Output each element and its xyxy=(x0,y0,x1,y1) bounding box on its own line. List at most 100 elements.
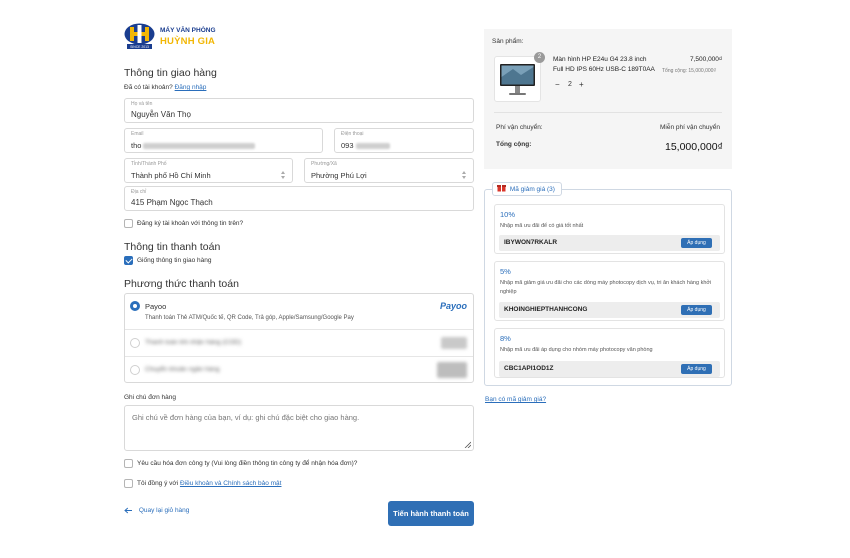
bank-label: Chuyển khoản ngân hàng xyxy=(145,366,220,373)
quantity-badge: 2 xyxy=(534,52,545,63)
logo-since-text: SINCE 2013 xyxy=(130,45,149,49)
apply-coupon-button[interactable]: Áp dụng xyxy=(681,238,712,248)
coupon-desc: Nhập mã giảm giá ưu đãi cho các dòng máy… xyxy=(500,280,712,295)
brand-line2: HUỲNH GIA xyxy=(160,36,216,47)
address-label: Địa chỉ xyxy=(131,189,147,195)
order-note-textarea[interactable]: Ghi chú về đơn hàng của bạn, ví dụ: ghi … xyxy=(124,405,474,451)
coupon-desc: Nhập mã ưu đãi để có giá tốt nhất xyxy=(500,223,584,229)
total-label: Tổng cộng: xyxy=(496,141,532,148)
line-total: Tổng cộng: 15,000,000₫ xyxy=(662,68,716,74)
shipping-heading: Thông tin giao hàng xyxy=(124,67,217,79)
product-name-line2[interactable]: Full HD IPS 60Hz USB-C 189T0AA xyxy=(553,66,655,73)
gift-icon xyxy=(497,185,506,192)
payment-method-heading: Phương thức thanh toán xyxy=(124,278,239,290)
payment-option-bank[interactable]: Chuyển khoản ngân hàng xyxy=(125,356,473,383)
same-as-shipping-checkbox[interactable] xyxy=(124,256,133,265)
logo-emblem-icon: SINCE 2013 xyxy=(124,23,155,49)
payment-option-payoo[interactable]: Payoo Thanh toán Thẻ ATM/Quốc tế, QR Cod… xyxy=(125,294,473,329)
have-coupon-link[interactable]: Bạn có mã giảm giá? xyxy=(485,396,546,403)
resize-grip-icon[interactable] xyxy=(464,441,471,448)
qty-value[interactable]: 2 xyxy=(568,81,572,88)
coupon-code: KHOINGHIEPTHANHCONG xyxy=(504,306,588,313)
select-arrows-icon xyxy=(280,171,286,179)
shipping-fee-value: Miễn phí vận chuyển xyxy=(660,124,720,131)
address-field[interactable]: Địa chỉ 415 Phạm Ngọc Thạch xyxy=(124,186,474,211)
shipping-fee-label: Phí vận chuyển: xyxy=(496,124,543,131)
checkout-button[interactable]: Tiến hành thanh toán xyxy=(388,501,474,526)
email-value: tho xyxy=(131,141,256,150)
brand-logo[interactable]: SINCE 2013 MÁY VĂN PHÒNG HUỲNH GIA xyxy=(124,23,219,50)
monitor-image xyxy=(500,64,535,95)
email-redacted xyxy=(143,143,256,150)
payoo-desc: Thanh toán Thẻ ATM/Quốc tế, QR Code, Trả… xyxy=(145,315,354,321)
cod-label: Thanh toán khi nhận hàng (COD) xyxy=(145,339,242,346)
payoo-name: Payoo xyxy=(145,302,167,311)
quantity-stepper: − 2 + xyxy=(553,79,589,91)
bank-icon xyxy=(437,362,467,378)
register-checkbox[interactable] xyxy=(124,219,133,228)
coupon-card: 8% Nhập mã ưu đãi áp dụng cho nhóm máy p… xyxy=(494,328,725,378)
login-link[interactable]: Đăng nhập xyxy=(175,84,207,91)
payoo-radio[interactable] xyxy=(130,301,140,311)
email-field[interactable]: Email tho xyxy=(124,128,323,153)
order-note-placeholder: Ghi chú về đơn hàng của bạn, ví dụ: ghi … xyxy=(132,413,360,422)
coupon-code: IBYWON7RKALR xyxy=(504,239,558,246)
payment-info-heading: Thông tin thanh toán xyxy=(124,241,221,253)
coupon-code: CBC1API1OD1Z xyxy=(504,365,554,372)
total-value: 15,000,000₫ xyxy=(665,141,723,153)
coupon-percent: 5% xyxy=(500,267,511,276)
products-label: Sản phẩm: xyxy=(492,38,524,45)
cod-radio[interactable] xyxy=(130,338,140,348)
payment-methods: Payoo Thanh toán Thẻ ATM/Quốc tế, QR Cod… xyxy=(124,293,474,383)
coupon-desc: Nhập mã ưu đãi áp dụng cho nhóm máy phot… xyxy=(500,347,653,353)
coupon-percent: 10% xyxy=(500,210,516,219)
payoo-logo: Payoo xyxy=(439,301,467,311)
bank-radio[interactable] xyxy=(130,365,140,375)
apply-coupon-button[interactable]: Áp dụng xyxy=(681,364,712,374)
phone-field[interactable]: Điện thoại 093 xyxy=(334,128,474,153)
back-to-cart-link[interactable]: Quay lại giỏ hàng xyxy=(124,507,189,514)
summary-divider xyxy=(494,112,722,113)
phone-label: Điện thoại xyxy=(341,131,364,137)
coupon-card: 10% Nhập mã ưu đãi để có giá tốt nhất IB… xyxy=(494,204,725,254)
product-thumbnail[interactable] xyxy=(494,56,541,102)
coupon-code-bar: CBC1API1OD1Z Áp dụng xyxy=(499,361,720,377)
ward-value: Phường Phú Lợi xyxy=(311,171,367,180)
register-label: Đăng ký tài khoản với thông tin trên? xyxy=(137,220,244,227)
increase-qty-button[interactable]: + xyxy=(579,80,584,89)
login-prompt: Đã có tài khoản? Đăng nhập xyxy=(124,84,206,91)
ward-label: Phường/Xã xyxy=(311,161,337,167)
order-note-label: Ghi chú đơn hàng xyxy=(124,394,176,401)
same-as-shipping-label: Giống thông tin giao hàng xyxy=(137,257,212,264)
brand-line1: MÁY VĂN PHÒNG xyxy=(160,27,216,34)
payment-option-cod[interactable]: Thanh toán khi nhận hàng (COD) xyxy=(125,329,473,356)
phone-value: 093 xyxy=(341,141,390,150)
cod-icon xyxy=(441,337,467,349)
arrow-left-icon xyxy=(124,507,132,514)
select-arrows-icon xyxy=(461,171,467,179)
invoice-label: Yêu cầu hóa đơn công ty (Vui lòng điền t… xyxy=(137,460,358,467)
unit-price: 7,500,000₫ xyxy=(690,56,723,63)
name-field[interactable]: Họ và tên Nguyễn Văn Thọ xyxy=(124,98,474,123)
address-value: 415 Phạm Ngọc Thạch xyxy=(131,198,213,207)
name-value: Nguyễn Văn Thọ xyxy=(131,110,191,119)
email-label: Email xyxy=(131,131,144,137)
name-label: Họ và tên xyxy=(131,101,153,107)
city-label: Tỉnh/Thành Phố xyxy=(131,161,167,167)
coupon-code-bar: IBYWON7RKALR Áp dụng xyxy=(499,235,720,251)
have-account-text: Đã có tài khoản? xyxy=(124,84,173,91)
apply-coupon-button[interactable]: Áp dụng xyxy=(681,305,712,315)
decrease-qty-button[interactable]: − xyxy=(555,80,560,89)
ward-select[interactable]: Phường/Xã Phường Phú Lợi xyxy=(304,158,474,183)
city-value: Thành phố Hồ Chí Minh xyxy=(131,171,211,180)
coupon-percent: 8% xyxy=(500,334,511,343)
product-name-line1[interactable]: Màn hình HP E24u G4 23.8 inch xyxy=(553,56,646,63)
city-select[interactable]: Tỉnh/Thành Phố Thành phố Hồ Chí Minh xyxy=(124,158,293,183)
phone-redacted xyxy=(355,143,390,150)
terms-checkbox[interactable] xyxy=(124,479,133,488)
terms-label: Tôi đồng ý với Điều khoản và Chính sách … xyxy=(137,480,282,487)
coupon-tab[interactable]: Mã giảm giá (3) xyxy=(492,182,562,196)
terms-link[interactable]: Điều khoản và Chính sách bảo mật xyxy=(180,480,282,487)
coupon-code-bar: KHOINGHIEPTHANHCONG Áp dụng xyxy=(499,302,720,318)
invoice-checkbox[interactable] xyxy=(124,459,133,468)
